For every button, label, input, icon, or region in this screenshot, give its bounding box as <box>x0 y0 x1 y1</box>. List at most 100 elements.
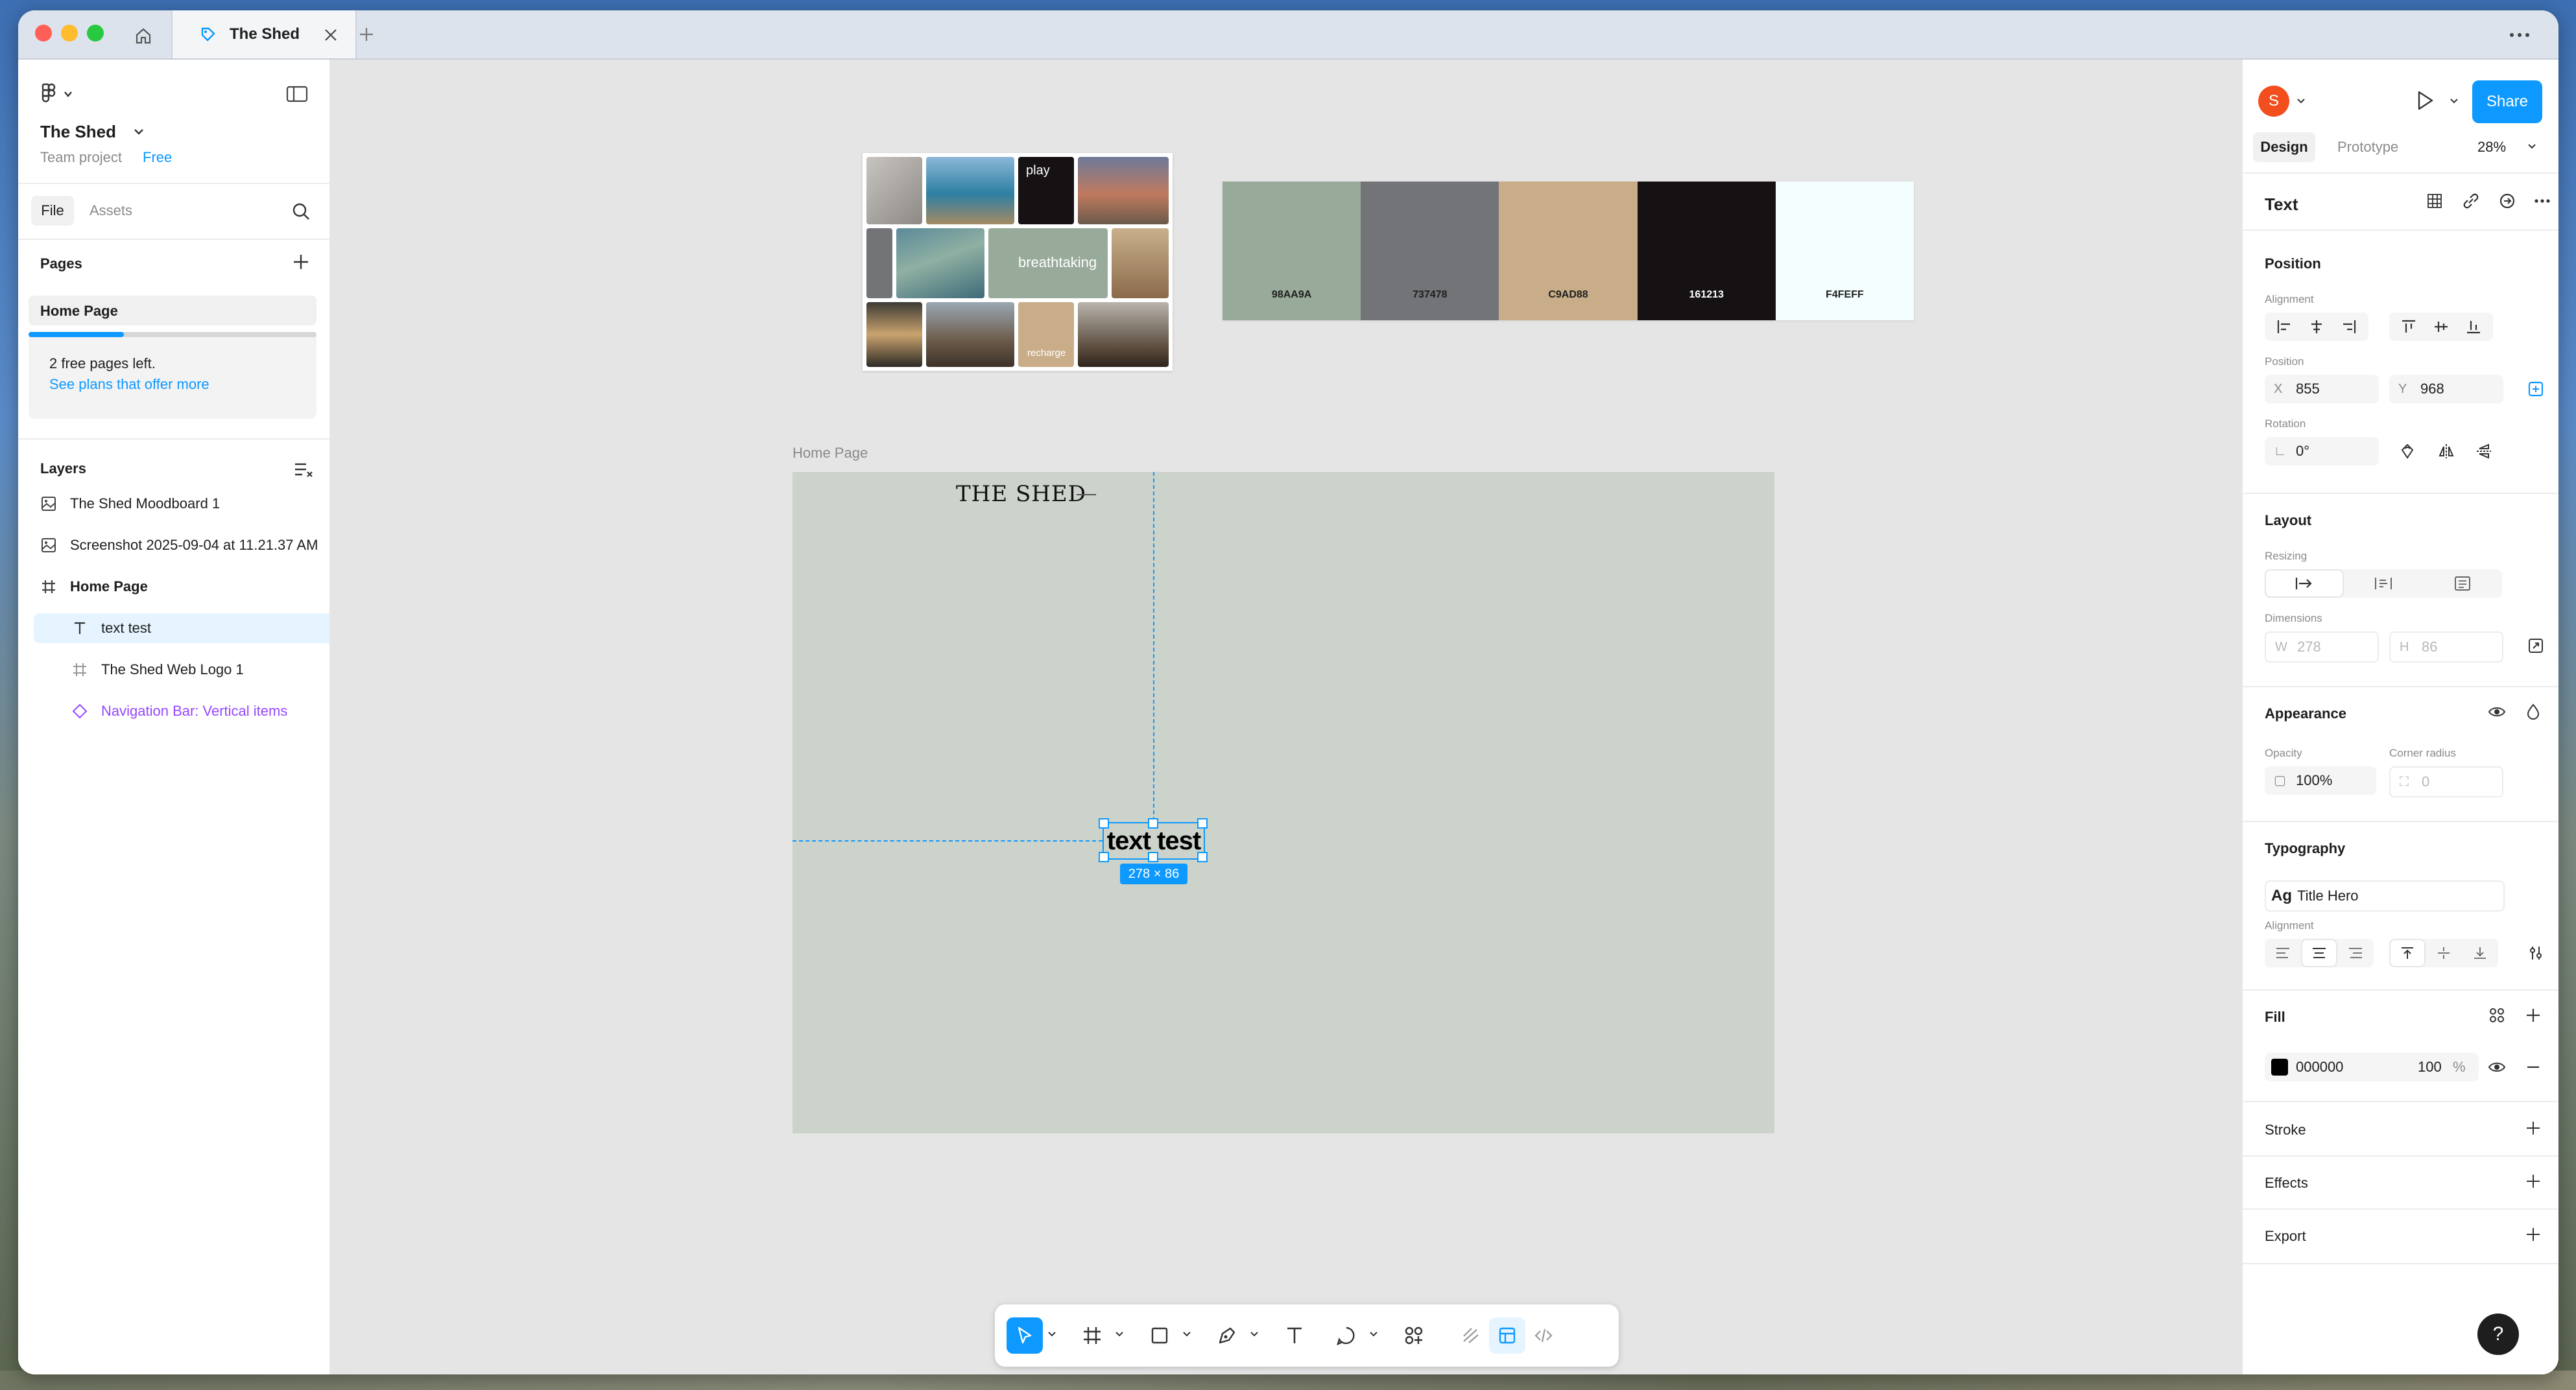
zoom-level[interactable]: 28% <box>2477 132 2506 162</box>
chevron-down-icon[interactable] <box>1182 1330 1192 1338</box>
color-palette[interactable]: 98AA9A 737478 C9AD88 161213 F4FEFF <box>1222 182 1914 320</box>
align-center-h-icon[interactable] <box>2302 312 2331 341</box>
chevron-down-icon[interactable] <box>2296 97 2306 105</box>
opacity-field[interactable]: ▢ 100% <box>2265 766 2376 795</box>
help-button[interactable]: ? <box>2477 1313 2519 1355</box>
canvas[interactable]: play breathtaking recharge 98AA9A 737478… <box>331 60 2241 1374</box>
fixed-size-button[interactable] <box>2424 571 2501 596</box>
resize-handle[interactable] <box>1148 818 1158 829</box>
constrain-proportions-icon[interactable] <box>2522 631 2550 660</box>
eye-icon[interactable] <box>2483 1053 2511 1081</box>
layer-item[interactable]: Screenshot 2025-09-04 at 11.21.37 AM <box>34 530 329 560</box>
comment-tool-button[interactable] <box>1328 1317 1365 1354</box>
chevron-down-icon[interactable] <box>1368 1330 1379 1338</box>
resize-handle[interactable] <box>1099 852 1109 862</box>
add-export-icon[interactable] <box>2519 1220 2547 1249</box>
site-logo[interactable]: THE SHED <box>956 481 1086 507</box>
file-name[interactable]: The Shed <box>40 122 116 142</box>
blend-mode-icon[interactable] <box>2519 698 2547 726</box>
moodboard-image[interactable]: play breathtaking recharge <box>863 153 1173 371</box>
layer-item[interactable]: The Shed Web Logo 1 <box>34 655 329 685</box>
tab-assets[interactable]: Assets <box>89 196 132 226</box>
height-field[interactable]: H 86 <box>2389 631 2503 663</box>
x-position-field[interactable]: X 855 <box>2265 375 2379 403</box>
add-page-icon[interactable] <box>291 252 311 272</box>
align-middle-icon[interactable] <box>2427 312 2455 341</box>
chevron-down-icon[interactable] <box>2527 143 2537 150</box>
variable-icon[interactable] <box>2493 187 2522 215</box>
share-button[interactable]: Share <box>2472 80 2542 123</box>
frame-tool-button[interactable] <box>1074 1317 1110 1354</box>
collapse-layers-icon[interactable] <box>293 460 314 478</box>
maximize-window-button[interactable] <box>87 25 104 41</box>
width-field[interactable]: W 278 <box>2265 631 2379 663</box>
chevron-down-icon[interactable] <box>132 127 145 137</box>
auto-width-button[interactable] <box>2266 571 2343 596</box>
styles-icon[interactable] <box>2483 1001 2511 1030</box>
text-tool-button[interactable] <box>1276 1317 1313 1354</box>
text-align-top-icon[interactable] <box>2391 940 2424 966</box>
text-style-select[interactable]: Ag Title Hero <box>2265 880 2505 912</box>
rotation-field[interactable]: ∟ 0° <box>2265 437 2379 465</box>
align-top-icon[interactable] <box>2394 312 2423 341</box>
align-bottom-icon[interactable] <box>2459 312 2488 341</box>
actions-button[interactable] <box>1396 1317 1432 1354</box>
corner-radius-field[interactable]: ⛶ 0 <box>2389 766 2503 797</box>
home-page-frame[interactable]: THE SHED text test 278 × 86 <box>793 472 1774 1133</box>
flip-horizontal-icon[interactable] <box>2432 437 2461 465</box>
remove-fill-icon[interactable] <box>2519 1053 2547 1081</box>
main-menu-icon[interactable] <box>40 82 79 108</box>
add-effect-icon[interactable] <box>2519 1167 2547 1196</box>
rotate-icon[interactable] <box>2393 437 2422 465</box>
fill-color-swatch[interactable] <box>2271 1059 2288 1076</box>
chevron-down-icon[interactable] <box>1047 1330 1057 1338</box>
text-align-center-icon[interactable] <box>2302 940 2336 966</box>
chevron-down-icon[interactable] <box>1114 1330 1125 1338</box>
home-icon[interactable] <box>127 19 160 52</box>
layer-item-selected[interactable]: text test <box>34 613 329 643</box>
dev-mode-button[interactable] <box>1525 1317 1562 1354</box>
auto-height-button[interactable] <box>2345 571 2422 596</box>
plan-badge[interactable]: Free <box>143 149 172 166</box>
align-right-icon[interactable] <box>2335 312 2363 341</box>
resize-handle[interactable] <box>1099 818 1109 829</box>
fill-field[interactable]: 000000 100 % <box>2265 1053 2479 1081</box>
layer-item[interactable]: Navigation Bar: Vertical items <box>34 696 329 726</box>
flip-vertical-icon[interactable] <box>2470 437 2498 465</box>
move-tool-button[interactable] <box>1007 1317 1043 1354</box>
align-left-icon[interactable] <box>2270 312 2298 341</box>
draw-mode-button[interactable] <box>1453 1317 1489 1354</box>
layer-item[interactable]: The Shed Moodboard 1 <box>34 489 329 519</box>
more-options-icon[interactable] <box>2528 187 2557 215</box>
layer-item[interactable]: Home Page <box>34 572 329 602</box>
pen-tool-button[interactable] <box>1209 1317 1245 1354</box>
tab-the-shed[interactable]: The Shed <box>171 10 357 58</box>
search-icon[interactable] <box>291 201 311 222</box>
add-stroke-icon[interactable] <box>2519 1114 2547 1142</box>
tab-file[interactable]: File <box>31 196 74 226</box>
resize-handle[interactable] <box>1197 852 1208 862</box>
shape-tool-button[interactable] <box>1141 1317 1178 1354</box>
text-align-left-icon[interactable] <box>2266 940 2300 966</box>
text-align-bottom-icon[interactable] <box>2463 940 2497 966</box>
chevron-down-icon[interactable] <box>2449 97 2459 105</box>
frame-label[interactable]: Home Page <box>793 445 868 462</box>
minimize-window-button[interactable] <box>61 25 78 41</box>
text-align-middle-icon[interactable] <box>2427 940 2461 966</box>
sidebar-toggle-icon[interactable] <box>285 84 309 104</box>
link-icon[interactable] <box>2457 187 2485 215</box>
plans-link[interactable]: See plans that offer more <box>49 376 209 393</box>
tab-prototype[interactable]: Prototype <box>2337 132 2398 162</box>
grid-icon[interactable] <box>2420 187 2449 215</box>
resize-handle[interactable] <box>1148 852 1158 862</box>
type-settings-icon[interactable] <box>2522 939 2550 967</box>
tab-design[interactable]: Design <box>2253 132 2315 162</box>
eye-icon[interactable] <box>2483 698 2511 726</box>
avatar[interactable]: S <box>2258 86 2289 117</box>
add-fill-icon[interactable] <box>2519 1001 2547 1030</box>
resize-handle[interactable] <box>1197 818 1208 829</box>
constraints-icon[interactable] <box>2522 375 2550 403</box>
y-position-field[interactable]: Y 968 <box>2389 375 2503 403</box>
design-mode-button[interactable] <box>1489 1317 1525 1354</box>
page-item-home[interactable]: Home Page <box>29 296 316 325</box>
